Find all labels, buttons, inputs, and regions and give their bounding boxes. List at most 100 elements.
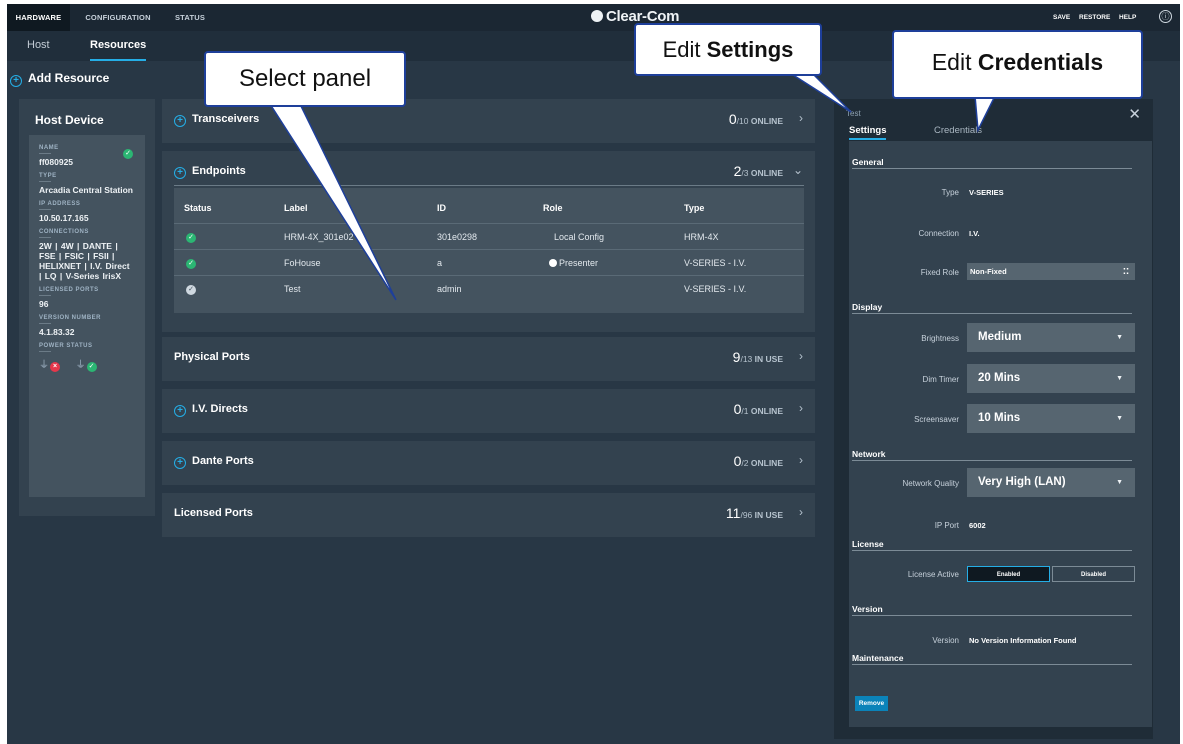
chevron-right-icon[interactable]: ›: [799, 453, 803, 467]
screensaver-label: Screensaver: [914, 415, 959, 424]
remove-button[interactable]: Remove: [855, 696, 888, 711]
brightness-select[interactable]: Medium ▼: [967, 323, 1135, 352]
section-title: Transceivers: [192, 113, 260, 125]
brightness-label: Brightness: [921, 334, 959, 343]
dim-timer-select[interactable]: 20 Mins ▼: [967, 364, 1135, 393]
network-quality-select[interactable]: Very High (LAN) ▼: [967, 468, 1135, 497]
error-icon: ×: [50, 362, 60, 372]
host-name: ff080925: [39, 157, 74, 167]
fixed-role-select[interactable]: Non-Fixed ⁚⁚: [967, 263, 1135, 280]
check-icon: ✓: [186, 285, 196, 295]
version-label: Version: [932, 636, 959, 645]
caret-down-icon: ▼: [1116, 479, 1123, 486]
add-resource-button[interactable]: + Add Resource: [10, 71, 109, 87]
host-version: 4.1.83.32: [39, 327, 75, 337]
group-general: General: [852, 157, 884, 167]
field-label: POWER STATUS: [39, 343, 93, 349]
screensaver-select[interactable]: 10 Mins ▼: [967, 404, 1135, 433]
plus-circle-icon[interactable]: +: [174, 457, 186, 469]
field-label: VERSION NUMBER: [39, 315, 102, 321]
add-resource-label: Add Resource: [28, 71, 110, 85]
chevron-right-icon[interactable]: ›: [799, 401, 803, 415]
license-enabled-button[interactable]: Enabled: [967, 566, 1050, 582]
dim-timer-label: Dim Timer: [922, 375, 959, 384]
license-disabled-button[interactable]: Disabled: [1052, 566, 1135, 582]
fixed-role-label: Fixed Role: [920, 268, 959, 277]
help-button[interactable]: HELP: [1119, 4, 1136, 31]
info-icon[interactable]: ⓘ: [1159, 10, 1172, 23]
tab-resources[interactable]: Resources: [90, 31, 147, 61]
field-label: CONNECTIONS: [39, 229, 89, 235]
callout-select-panel: Select panel: [204, 51, 406, 107]
plus-circle-icon[interactable]: +: [174, 167, 186, 179]
plus-circle-icon[interactable]: +: [174, 405, 186, 417]
brand-logo-icon: [591, 10, 603, 22]
close-icon[interactable]: ✕: [1128, 105, 1141, 123]
section-count: 0/1 ONLINE: [733, 401, 783, 417]
group-license: License: [852, 539, 884, 549]
connection-label: Connection: [918, 229, 959, 238]
section-physical-ports[interactable]: Physical Ports 9/13 IN USE ›: [162, 337, 815, 381]
table-row[interactable]: ✓ Test admin V-SERIES - I.V.: [174, 275, 804, 301]
grip-icon: ⁚⁚: [1122, 267, 1129, 276]
section-title: Dante Ports: [192, 455, 254, 467]
group-maintenance: Maintenance: [852, 653, 904, 663]
section-licensed-ports[interactable]: Licensed Ports 11/96 IN USE ›: [162, 493, 815, 537]
table-header: Status Label ID Role Type: [174, 195, 804, 221]
section-count: 2/3 ONLINE: [733, 163, 783, 179]
host-device-title: Host Device: [35, 113, 104, 127]
chevron-down-icon[interactable]: ⌄: [793, 163, 803, 177]
endpoint-detail-panel: Test ✕ Settings Credentials General Type…: [834, 99, 1153, 739]
connection-value: I.V.: [969, 229, 980, 238]
tab-host[interactable]: Host: [27, 31, 50, 61]
col-status[interactable]: Status: [184, 203, 212, 213]
table-row[interactable]: ✓ HRM-4X_301e02 301e0298 Local Config HR…: [174, 223, 804, 249]
group-version: Version: [852, 604, 883, 614]
section-dante-ports[interactable]: + Dante Ports 0/2 ONLINE ›: [162, 441, 815, 485]
col-id[interactable]: ID: [437, 203, 446, 213]
table-row[interactable]: ✓ FoHouse a Presenter V-SERIES - I.V.: [174, 249, 804, 275]
tab-credentials[interactable]: Credentials: [934, 125, 982, 136]
group-network: Network: [852, 449, 886, 459]
section-endpoints: + Endpoints 2/3 ONLINE ⌄ Status Label ID …: [162, 151, 815, 332]
panel-title: Test: [846, 109, 861, 118]
tab-settings[interactable]: Settings: [849, 125, 887, 140]
section-iv-directs[interactable]: + I.V. Directs 0/1 ONLINE ›: [162, 389, 815, 433]
section-count: 9/13 IN USE: [732, 349, 783, 365]
group-display: Display: [852, 302, 883, 312]
restore-button[interactable]: RESTORE: [1079, 4, 1110, 31]
plus-circle-icon[interactable]: +: [174, 115, 186, 127]
chevron-right-icon[interactable]: ›: [799, 111, 803, 125]
save-button[interactable]: SAVE: [1053, 4, 1070, 31]
type-value: V-SERIES: [969, 188, 1004, 197]
power-plug-icon: ⏚: [75, 360, 86, 371]
nav-status[interactable]: STATUS: [165, 4, 215, 31]
host-device-card[interactable]: NAME ff080925 ✓ TYPE Arcadia Central Sta…: [29, 135, 145, 497]
host-licensed-ports: 96: [39, 299, 49, 309]
version-value: No Version Information Found: [969, 636, 1077, 645]
section-title: I.V. Directs: [192, 403, 248, 415]
nav-hardware[interactable]: HARDWARE: [7, 4, 70, 31]
host-type: Arcadia Central Station: [39, 185, 133, 195]
plus-circle-icon: +: [10, 75, 22, 87]
nav-configuration[interactable]: CONFIGURATION: [79, 4, 157, 31]
col-role[interactable]: Role: [543, 203, 563, 213]
col-type[interactable]: Type: [684, 203, 704, 213]
power-plug-icon: ⏚: [39, 360, 49, 371]
type-label: Type: [941, 188, 959, 197]
section-title: Licensed Ports: [174, 507, 253, 519]
network-quality-label: Network Quality: [902, 479, 959, 488]
chevron-right-icon[interactable]: ›: [799, 349, 803, 363]
top-navigation: HARDWARE CONFIGURATION STATUS Clear-Com …: [7, 4, 1180, 31]
license-active-label: License Active: [907, 570, 959, 579]
chevron-right-icon[interactable]: ›: [799, 505, 803, 519]
caret-down-icon: ▼: [1116, 334, 1123, 341]
power-status: ⏚ × ⏚ ✓: [39, 356, 135, 372]
endpoints-table: Status Label ID Role Type ✓ HRM-4X_301e0…: [174, 188, 804, 313]
host-ip: 10.50.17.165: [39, 213, 89, 223]
check-icon: ✓: [86, 362, 97, 372]
col-label[interactable]: Label: [284, 203, 308, 213]
ip-port-value: 6002: [969, 521, 986, 530]
field-label: NAME: [39, 145, 59, 151]
section-title: Endpoints: [192, 165, 246, 177]
